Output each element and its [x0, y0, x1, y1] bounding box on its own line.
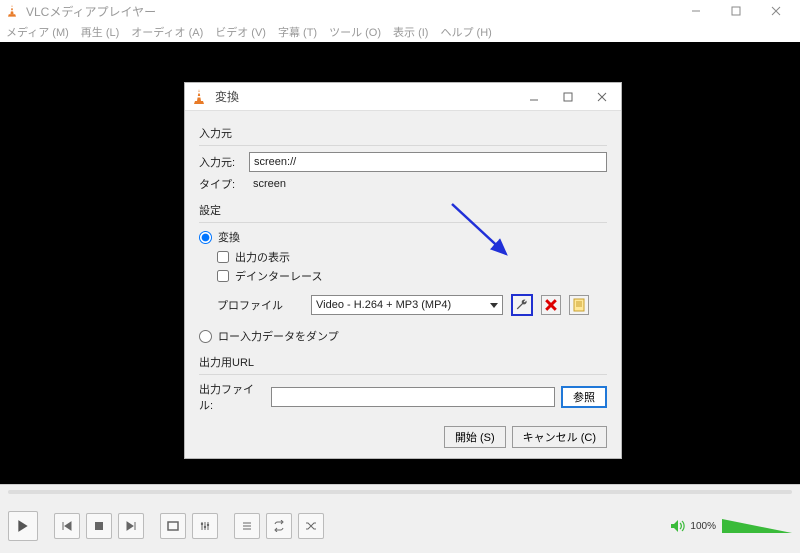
loop-button[interactable]	[266, 513, 292, 539]
vlc-cone-icon	[191, 87, 207, 107]
check-deinterlace-label: デインターレース	[235, 268, 322, 284]
radio-dump-label: ロー入力データをダンプ	[218, 328, 339, 344]
playlist-button[interactable]	[234, 513, 260, 539]
speaker-icon[interactable]	[670, 519, 686, 533]
fullscreen-icon	[167, 520, 179, 532]
menu-subtitle[interactable]: 字幕 (T)	[278, 24, 317, 40]
menu-tools[interactable]: ツール (O)	[329, 24, 381, 40]
start-button[interactable]: 開始 (S)	[444, 426, 506, 448]
dialog-title: 変換	[215, 88, 525, 105]
menu-view[interactable]: 表示 (I)	[393, 24, 428, 40]
delete-profile-button[interactable]	[541, 295, 561, 315]
new-file-icon	[573, 298, 585, 312]
type-value: screen	[249, 178, 286, 190]
shuffle-button[interactable]	[298, 513, 324, 539]
stop-button[interactable]	[86, 513, 112, 539]
delete-x-icon	[545, 299, 557, 311]
check-display[interactable]	[217, 251, 229, 263]
type-label: タイプ:	[199, 176, 249, 192]
dialog-close-button[interactable]	[593, 88, 611, 106]
radio-dump[interactable]	[199, 330, 212, 343]
stop-icon	[94, 521, 104, 531]
menu-help[interactable]: ヘルプ (H)	[440, 24, 491, 40]
play-button[interactable]	[8, 511, 38, 541]
dialog-maximize-button[interactable]	[559, 88, 577, 106]
check-deinterlace-row[interactable]: デインターレース	[217, 268, 607, 284]
main-close-button[interactable]	[756, 0, 796, 22]
menu-audio[interactable]: オーディオ (A)	[131, 24, 203, 40]
menu-media[interactable]: メディア (M)	[6, 24, 69, 40]
loop-icon	[273, 520, 285, 532]
radio-dump-row[interactable]: ロー入力データをダンプ	[199, 328, 607, 344]
play-icon	[16, 519, 30, 533]
main-minimize-button[interactable]	[676, 0, 716, 22]
radio-convert-row[interactable]: 変換	[199, 229, 607, 245]
dialog-titlebar: 変換	[185, 83, 621, 111]
controls-toolbar: 100%	[0, 499, 800, 553]
edit-profile-button[interactable]	[511, 294, 533, 316]
settings-section-label: 設定	[199, 202, 607, 218]
source-label: 入力元:	[199, 154, 249, 170]
output-section-label: 出力用URL	[199, 354, 607, 370]
seek-bar[interactable]	[0, 485, 800, 499]
radio-convert-label: 変換	[218, 229, 240, 245]
source-section-label: 入力元	[199, 125, 607, 141]
browse-button[interactable]: 参照	[561, 386, 607, 408]
new-profile-button[interactable]	[569, 295, 589, 315]
profile-dropdown[interactable]: Video - H.264 + MP3 (MP4)	[311, 295, 503, 315]
check-display-label: 出力の表示	[235, 249, 290, 265]
check-deinterlace[interactable]	[217, 270, 229, 282]
fullscreen-button[interactable]	[160, 513, 186, 539]
dialog-minimize-button[interactable]	[525, 88, 543, 106]
output-file-label: 出力ファイル:	[199, 381, 265, 413]
menu-playback[interactable]: 再生 (L)	[81, 24, 120, 40]
profile-label: プロファイル	[217, 297, 303, 313]
volume-slider[interactable]	[722, 519, 792, 533]
shuffle-icon	[305, 520, 317, 532]
video-area: 変換 入力元 入力元: screen:// タイプ: screen 設定	[0, 42, 800, 484]
playlist-icon	[241, 520, 253, 532]
convert-dialog: 変換 入力元 入力元: screen:// タイプ: screen 設定	[184, 82, 622, 459]
main-titlebar: VLCメディアプレイヤー	[0, 0, 800, 22]
wrench-icon	[515, 298, 529, 312]
vlc-cone-icon	[4, 3, 20, 19]
check-display-row[interactable]: 出力の表示	[217, 249, 607, 265]
output-file-input[interactable]	[271, 387, 555, 407]
volume-percent: 100%	[690, 521, 716, 532]
skip-forward-icon	[125, 520, 137, 532]
equalizer-icon	[199, 520, 211, 532]
source-input[interactable]: screen://	[249, 152, 607, 172]
main-maximize-button[interactable]	[716, 0, 756, 22]
menu-bar: メディア (M) 再生 (L) オーディオ (A) ビデオ (V) 字幕 (T)…	[0, 22, 800, 42]
main-window-title: VLCメディアプレイヤー	[26, 3, 676, 20]
menu-video[interactable]: ビデオ (V)	[215, 24, 266, 40]
next-button[interactable]	[118, 513, 144, 539]
skip-back-icon	[61, 520, 73, 532]
cancel-button[interactable]: キャンセル (C)	[512, 426, 607, 448]
prev-button[interactable]	[54, 513, 80, 539]
ext-settings-button[interactable]	[192, 513, 218, 539]
radio-convert[interactable]	[199, 231, 212, 244]
